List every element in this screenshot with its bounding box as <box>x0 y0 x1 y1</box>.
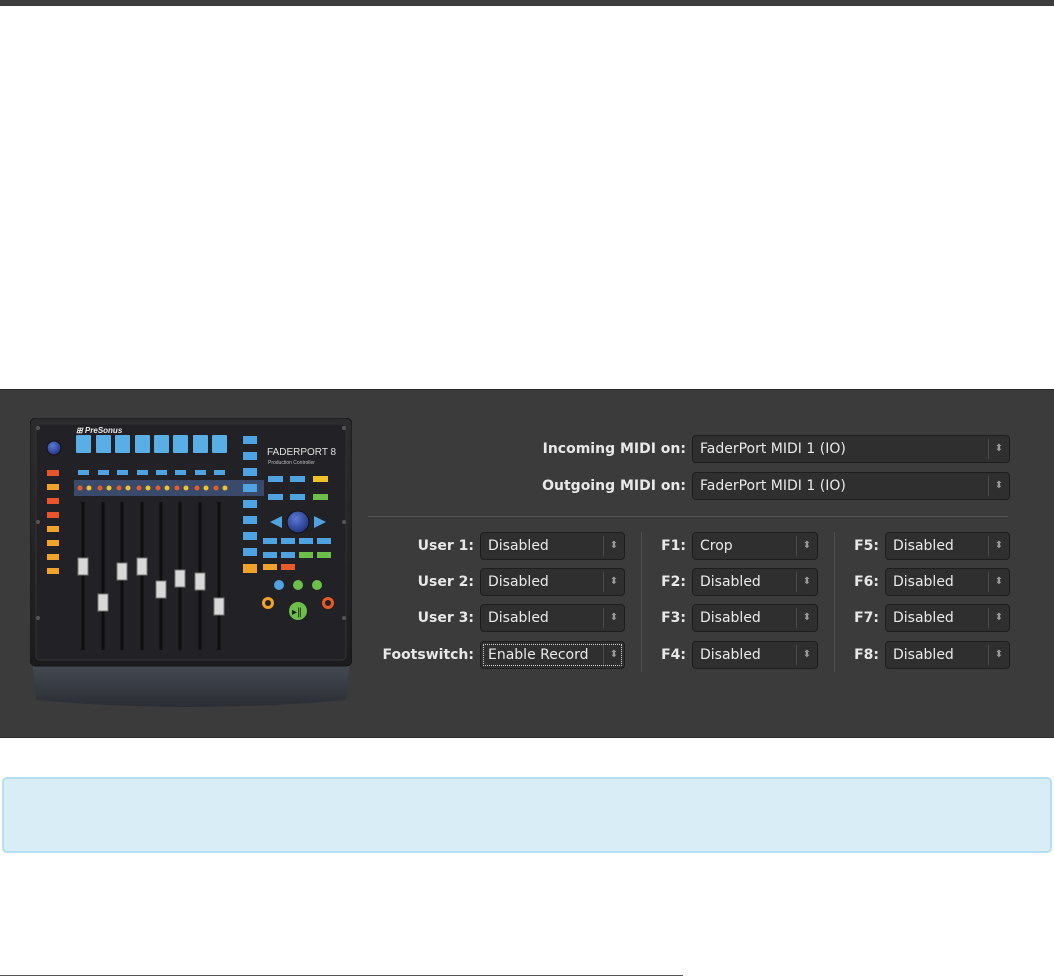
outgoing-midi-label: Outgoing MIDI on: <box>542 478 686 494</box>
user3-select[interactable]: Disabled ⬍ <box>480 604 625 632</box>
updown-chevron-icon: ⬍ <box>603 645 624 665</box>
f2-value: Disabled <box>700 574 761 590</box>
f5-value: Disabled <box>893 538 954 554</box>
updown-chevron-icon: ⬍ <box>603 608 624 628</box>
user1-label: User 1: <box>417 538 474 554</box>
updown-chevron-icon: ⬍ <box>988 439 1009 459</box>
section-separator <box>368 516 1008 517</box>
user2-label: User 2: <box>417 574 474 590</box>
outgoing-midi-value: FaderPort MIDI 1 (IO) <box>700 478 846 494</box>
f7-value: Disabled <box>893 610 954 626</box>
updown-chevron-icon: ⬍ <box>603 536 624 556</box>
updown-chevron-icon: ⬍ <box>796 572 817 592</box>
column-separator <box>641 532 642 672</box>
user2-value: Disabled <box>488 574 549 590</box>
f8-value: Disabled <box>893 647 954 663</box>
f6-select[interactable]: Disabled ⬍ <box>885 568 1010 596</box>
incoming-midi-label: Incoming MIDI on: <box>542 441 686 457</box>
footswitch-select[interactable]: Enable Record ⬍ <box>480 641 625 669</box>
f7-label: F7: <box>854 610 879 626</box>
updown-chevron-icon: ⬍ <box>796 536 817 556</box>
updown-chevron-icon: ⬍ <box>988 476 1009 496</box>
f6-value: Disabled <box>893 574 954 590</box>
updown-chevron-icon: ⬍ <box>603 572 624 592</box>
updown-chevron-icon: ⬍ <box>796 645 817 665</box>
user3-label: User 3: <box>417 610 474 626</box>
f2-select[interactable]: Disabled ⬍ <box>692 568 818 596</box>
device-model-text: FADERPORT 8 <box>267 447 337 458</box>
footswitch-value: Enable Record <box>488 647 589 663</box>
updown-chevron-icon: ⬍ <box>796 608 817 628</box>
svg-text:⊞ PreSonus: ⊞ PreSonus <box>76 426 123 435</box>
f5-label: F5: <box>854 538 879 554</box>
incoming-midi-value: FaderPort MIDI 1 (IO) <box>700 441 846 457</box>
footer-rule <box>0 975 683 976</box>
column-separator <box>834 532 835 672</box>
f3-label: F3: <box>661 610 686 626</box>
info-note-box <box>2 777 1052 853</box>
f2-label: F2: <box>661 574 686 590</box>
f3-select[interactable]: Disabled ⬍ <box>692 604 818 632</box>
f4-value: Disabled <box>700 647 761 663</box>
updown-chevron-icon: ⬍ <box>988 536 1009 556</box>
f4-select[interactable]: Disabled ⬍ <box>692 641 818 669</box>
svg-text:Production Controller: Production Controller <box>268 460 315 466</box>
user1-value: Disabled <box>488 538 549 554</box>
f7-select[interactable]: Disabled ⬍ <box>885 604 1010 632</box>
control-surface-settings-panel: ⊞ PreSonus FADERPORT 8 Production Contro… <box>0 389 1054 738</box>
f5-select[interactable]: Disabled ⬍ <box>885 532 1010 560</box>
footswitch-label: Footswitch: <box>382 647 474 663</box>
incoming-midi-select[interactable]: FaderPort MIDI 1 (IO) ⬍ <box>692 435 1010 463</box>
f8-select[interactable]: Disabled ⬍ <box>885 641 1010 669</box>
outgoing-midi-select[interactable]: FaderPort MIDI 1 (IO) ⬍ <box>692 472 1010 500</box>
svg-text:▸‖: ▸‖ <box>292 607 302 618</box>
f4-label: F4: <box>661 647 686 663</box>
f8-label: F8: <box>854 647 879 663</box>
f6-label: F6: <box>854 574 879 590</box>
f3-value: Disabled <box>700 610 761 626</box>
f1-value: Crop <box>700 538 733 554</box>
faderport-device-image: ⊞ PreSonus FADERPORT 8 Production Contro… <box>30 418 352 707</box>
updown-chevron-icon: ⬍ <box>988 572 1009 592</box>
user1-select[interactable]: Disabled ⬍ <box>480 532 625 560</box>
updown-chevron-icon: ⬍ <box>988 645 1009 665</box>
top-bar <box>0 0 1054 6</box>
user2-select[interactable]: Disabled ⬍ <box>480 568 625 596</box>
f1-label: F1: <box>661 538 686 554</box>
user3-value: Disabled <box>488 610 549 626</box>
f1-select[interactable]: Crop ⬍ <box>692 532 818 560</box>
updown-chevron-icon: ⬍ <box>988 608 1009 628</box>
